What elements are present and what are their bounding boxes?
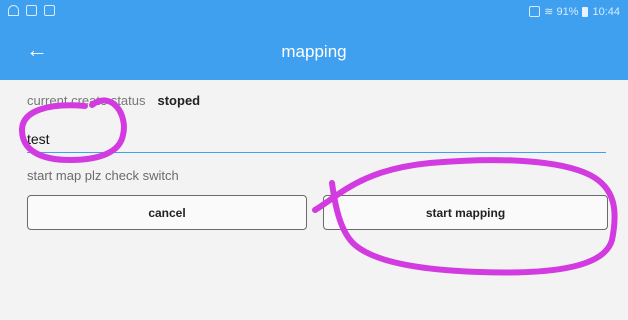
start-mapping-button[interactable]: start mapping — [323, 195, 608, 230]
cast-icon — [26, 5, 37, 16]
create-status-value: stoped — [157, 93, 201, 108]
image-icon — [44, 5, 55, 16]
cancel-button[interactable]: cancel — [27, 195, 307, 230]
map-name-input[interactable] — [27, 130, 606, 153]
create-status-label: current create status — [27, 93, 146, 108]
status-left-icons — [8, 5, 55, 16]
clock: 10:44 — [592, 5, 620, 18]
signal-battery-text: ≋ 91% — [544, 6, 579, 18]
battery-icon — [582, 6, 589, 17]
wifi-icon — [8, 5, 19, 16]
app-bar: ← mapping — [0, 24, 628, 80]
create-status-row: current create status stoped — [27, 93, 200, 108]
status-bar: ≋ 91% 10:44 — [0, 0, 628, 24]
status-right: ≋ 91% 10:44 — [529, 5, 620, 18]
page-title: mapping — [281, 42, 347, 61]
hint-text: start map plz check switch — [27, 168, 179, 183]
nfc-icon — [529, 6, 541, 17]
